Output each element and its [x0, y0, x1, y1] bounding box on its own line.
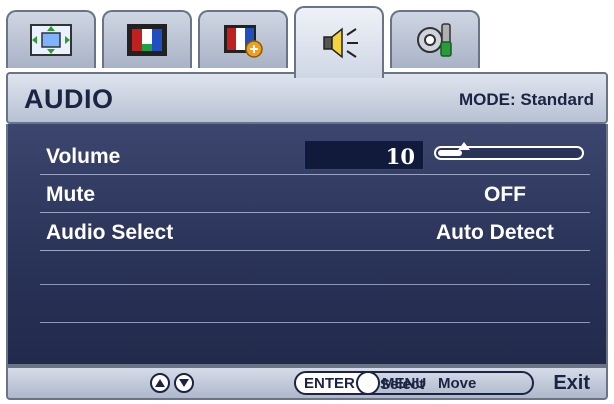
- picture-adjust-icon: [30, 24, 72, 56]
- audio-select-value: Auto Detect: [436, 221, 554, 244]
- color-bars-icon: [127, 24, 167, 56]
- mode-indicator: MODE: Standard: [458, 90, 594, 109]
- tab-picture-advanced[interactable]: [198, 10, 288, 68]
- setting-row-audio-select[interactable]: Audio Select Auto Detect: [40, 212, 590, 251]
- down-arrow-button[interactable]: [174, 373, 194, 393]
- mute-value: OFF: [484, 183, 526, 206]
- menu-button[interactable]: MENU Move: [356, 371, 534, 395]
- menu-label: MENU: [382, 374, 427, 392]
- tab-system[interactable]: [390, 10, 480, 68]
- up-arrow-icon: [155, 379, 165, 387]
- mute-label: Mute: [46, 183, 95, 206]
- enter-label: ENTER: [304, 374, 355, 392]
- system-settings-icon: [417, 23, 452, 57]
- up-arrow-button[interactable]: [150, 373, 170, 393]
- tab-display-settings[interactable]: [6, 10, 96, 68]
- setting-row-volume[interactable]: Volume 10: [40, 136, 590, 175]
- volume-slider-thumb[interactable]: [458, 142, 470, 150]
- menu-tabs: [6, 6, 608, 80]
- move-label: Move: [438, 374, 477, 392]
- volume-slider-fill: [438, 150, 462, 156]
- settings-panel: Volume 10 Mute OFF Audio Select Auto Det…: [6, 124, 608, 366]
- menu-header: AUDIO MODE: Standard: [6, 72, 608, 124]
- volume-value-box: 10: [304, 140, 424, 170]
- setting-row-mute[interactable]: Mute OFF: [40, 174, 590, 213]
- tab-picture[interactable]: [102, 10, 192, 68]
- page-title: AUDIO: [24, 84, 114, 114]
- volume-label: Volume: [46, 145, 121, 168]
- volume-slider[interactable]: [434, 142, 584, 160]
- tab-audio[interactable]: [294, 6, 384, 78]
- empty-row-divider: [40, 284, 590, 285]
- down-arrow-icon: [179, 379, 189, 387]
- menu-footer: ENTER Select MENU Move Exit: [6, 366, 608, 400]
- empty-row-divider: [40, 322, 590, 323]
- color-bars-plus-icon: [224, 25, 263, 58]
- audio-select-label: Audio Select: [46, 221, 174, 244]
- speaker-icon: [323, 27, 358, 59]
- exit-button[interactable]: Exit: [553, 372, 590, 395]
- volume-value: 10: [385, 144, 415, 169]
